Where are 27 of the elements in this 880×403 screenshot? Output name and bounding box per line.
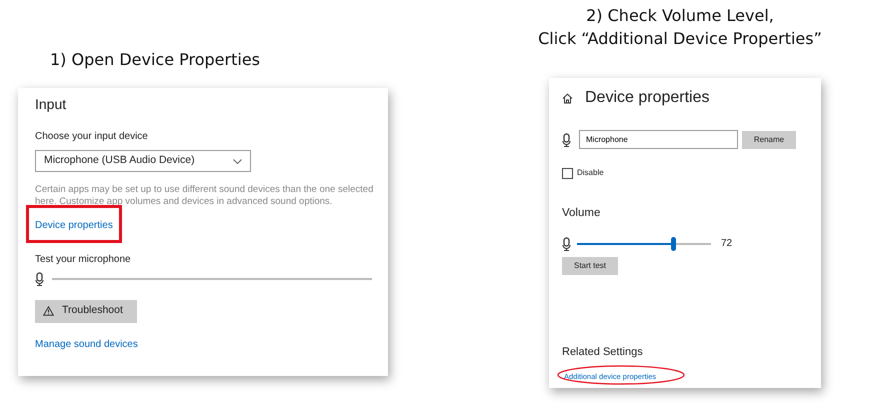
home-icon[interactable] [562,92,573,104]
volume-reading: 72 [721,237,732,252]
field-label: Test your microphone [35,252,132,267]
step-heading: 1) Open Device Properties [50,49,261,71]
microphone-icon [562,236,571,251]
page-title: Device properties [585,88,710,108]
microphone-icon [35,272,44,286]
field-label: Choose your input device [35,130,149,144]
rename-button[interactable]: Rename [742,130,796,148]
disable-checkbox[interactable] [562,168,573,178]
chevron-down-icon [233,158,242,164]
section-title: Input [35,95,68,114]
device-properties-link[interactable]: Device properties [35,220,113,231]
name-field[interactable]: Microphone [579,130,738,149]
slider-thumb[interactable] [671,236,676,251]
warning-icon [43,306,54,316]
manage-sound-devices-link[interactable]: Manage sound devices [35,336,138,352]
troubleshoot-button[interactable]: Troubleshoot [35,300,137,323]
checkbox-label: Disable [577,167,604,179]
device-dropdown[interactable]: Microphone (USB Audio Device) [35,150,251,172]
step-heading: Click “Additional Device Properties” [537,28,823,50]
start-test-button[interactable]: Start test [562,257,618,276]
section-title: Related Settings [562,345,644,360]
step-heading: 2) Check Volume Level, [585,5,775,27]
microphone-icon [562,132,571,146]
description-text: Certain apps may be set up to use different sound devices than the one selected here. Customize app volumes and devices in advanced sound options. [35,184,374,209]
section-title: Volume [562,206,602,221]
